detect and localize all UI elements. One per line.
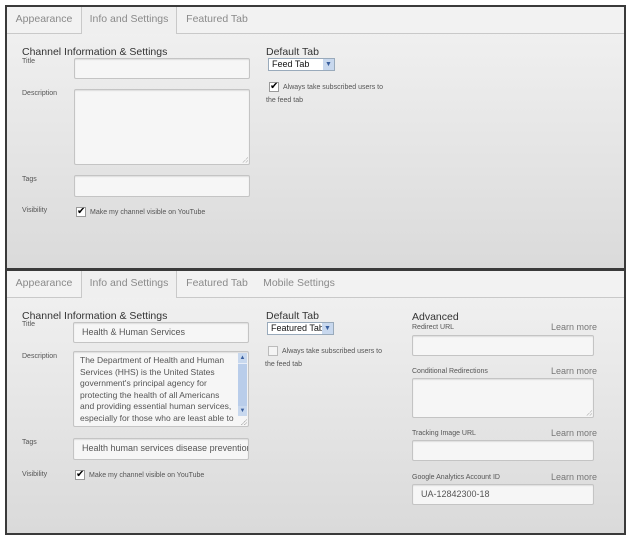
tab-mobile-settings[interactable]: Mobile Settings bbox=[259, 271, 339, 297]
tab-featured[interactable]: Featured Tab bbox=[175, 7, 259, 33]
ga-account-id-input[interactable]: UA-12842300-18 bbox=[412, 484, 594, 505]
redirect-learn-more-link[interactable]: Learn more bbox=[551, 322, 597, 332]
ga-learn-more-link[interactable]: Learn more bbox=[551, 472, 597, 482]
redirect-url-input[interactable] bbox=[412, 335, 594, 356]
tab-appearance[interactable]: Appearance bbox=[7, 271, 81, 297]
always-feed-label-cont: the feed tab bbox=[265, 361, 302, 368]
title-input[interactable] bbox=[74, 58, 250, 79]
description-textarea[interactable]: The Department of Health and Human Servi… bbox=[73, 351, 249, 427]
scroll-up-icon[interactable]: ▲ bbox=[238, 353, 247, 363]
always-feed-label: Always take subscribed users to bbox=[282, 348, 382, 355]
visibility-checkbox-label: Make my channel visible on YouTube bbox=[89, 472, 205, 479]
tab-info-and-settings[interactable]: Info and Settings bbox=[81, 271, 177, 298]
tab-bar: Appearance Info and Settings Featured Ta… bbox=[7, 7, 624, 34]
resize-handle[interactable] bbox=[242, 157, 248, 163]
chevron-down-icon: ▼ bbox=[322, 323, 333, 334]
always-feed-label-cont: the feed tab bbox=[266, 97, 303, 104]
default-tab-select[interactable]: Feed Tab ▼ bbox=[268, 58, 335, 71]
tab-featured[interactable]: Featured Tab bbox=[175, 271, 259, 297]
description-textarea[interactable] bbox=[74, 89, 250, 165]
default-tab-title: Default Tab bbox=[266, 310, 319, 322]
settings-panel-top: Appearance Info and Settings Featured Ta… bbox=[5, 5, 626, 270]
tags-input[interactable] bbox=[74, 175, 250, 197]
section-title: Channel Information & Settings bbox=[22, 310, 168, 322]
default-tab-select[interactable]: Featured Tab ▼ bbox=[267, 322, 334, 335]
conditional-learn-more-link[interactable]: Learn more bbox=[551, 366, 597, 376]
scroll-down-icon[interactable]: ▼ bbox=[238, 406, 247, 416]
visibility-checkbox[interactable]: ✔ bbox=[75, 470, 85, 480]
check-icon: ✔ bbox=[77, 206, 86, 217]
title-input[interactable]: Health & Human Services bbox=[73, 322, 249, 343]
always-feed-label: Always take subscribed users to bbox=[283, 84, 383, 91]
tab-bar: Appearance Info and Settings Featured Ta… bbox=[7, 271, 624, 298]
visibility-label: Visibility bbox=[22, 471, 48, 478]
default-tab-value: Featured Tab bbox=[271, 323, 324, 333]
description-label: Description bbox=[22, 353, 58, 360]
conditional-redirections-textarea[interactable] bbox=[412, 378, 594, 418]
description-text: The Department of Health and Human Servi… bbox=[80, 355, 234, 426]
tags-label: Tags bbox=[22, 176, 37, 183]
tags-input[interactable]: Health human services disease prevention… bbox=[73, 438, 249, 460]
tab-info-and-settings[interactable]: Info and Settings bbox=[81, 7, 177, 34]
resize-handle[interactable] bbox=[241, 419, 247, 425]
tracking-image-url-input[interactable] bbox=[412, 440, 594, 461]
redirect-url-label: Redirect URL bbox=[412, 324, 455, 331]
visibility-checkbox[interactable]: ✔ bbox=[76, 207, 86, 217]
visibility-checkbox-label: Make my channel visible on YouTube bbox=[90, 209, 206, 216]
ga-account-id-label: Google Analytics Account ID bbox=[412, 474, 500, 481]
settings-panel-bottom: Appearance Info and Settings Featured Ta… bbox=[5, 268, 626, 535]
chevron-down-icon: ▼ bbox=[323, 59, 334, 70]
title-label: Title bbox=[22, 58, 35, 65]
scrollbar[interactable]: ▲ ▼ bbox=[238, 353, 247, 416]
check-icon: ✔ bbox=[76, 469, 85, 480]
scroll-thumb[interactable] bbox=[238, 364, 247, 406]
description-label: Description bbox=[22, 90, 58, 97]
always-feed-checkbox[interactable]: ✔ bbox=[269, 82, 279, 92]
visibility-label: Visibility bbox=[22, 207, 48, 214]
resize-handle[interactable] bbox=[586, 410, 592, 416]
default-tab-value: Feed Tab bbox=[272, 59, 310, 69]
default-tab-title: Default Tab bbox=[266, 46, 319, 58]
tracking-learn-more-link[interactable]: Learn more bbox=[551, 428, 597, 438]
tags-label: Tags bbox=[22, 439, 37, 446]
title-label: Title bbox=[22, 321, 35, 328]
advanced-title: Advanced bbox=[412, 311, 459, 323]
tab-appearance[interactable]: Appearance bbox=[7, 7, 81, 33]
conditional-redirections-label: Conditional Redirections bbox=[412, 368, 488, 375]
always-feed-checkbox[interactable] bbox=[268, 346, 278, 356]
check-icon: ✔ bbox=[270, 81, 279, 92]
section-title: Channel Information & Settings bbox=[22, 46, 168, 58]
tracking-image-url-label: Tracking Image URL bbox=[412, 430, 476, 437]
